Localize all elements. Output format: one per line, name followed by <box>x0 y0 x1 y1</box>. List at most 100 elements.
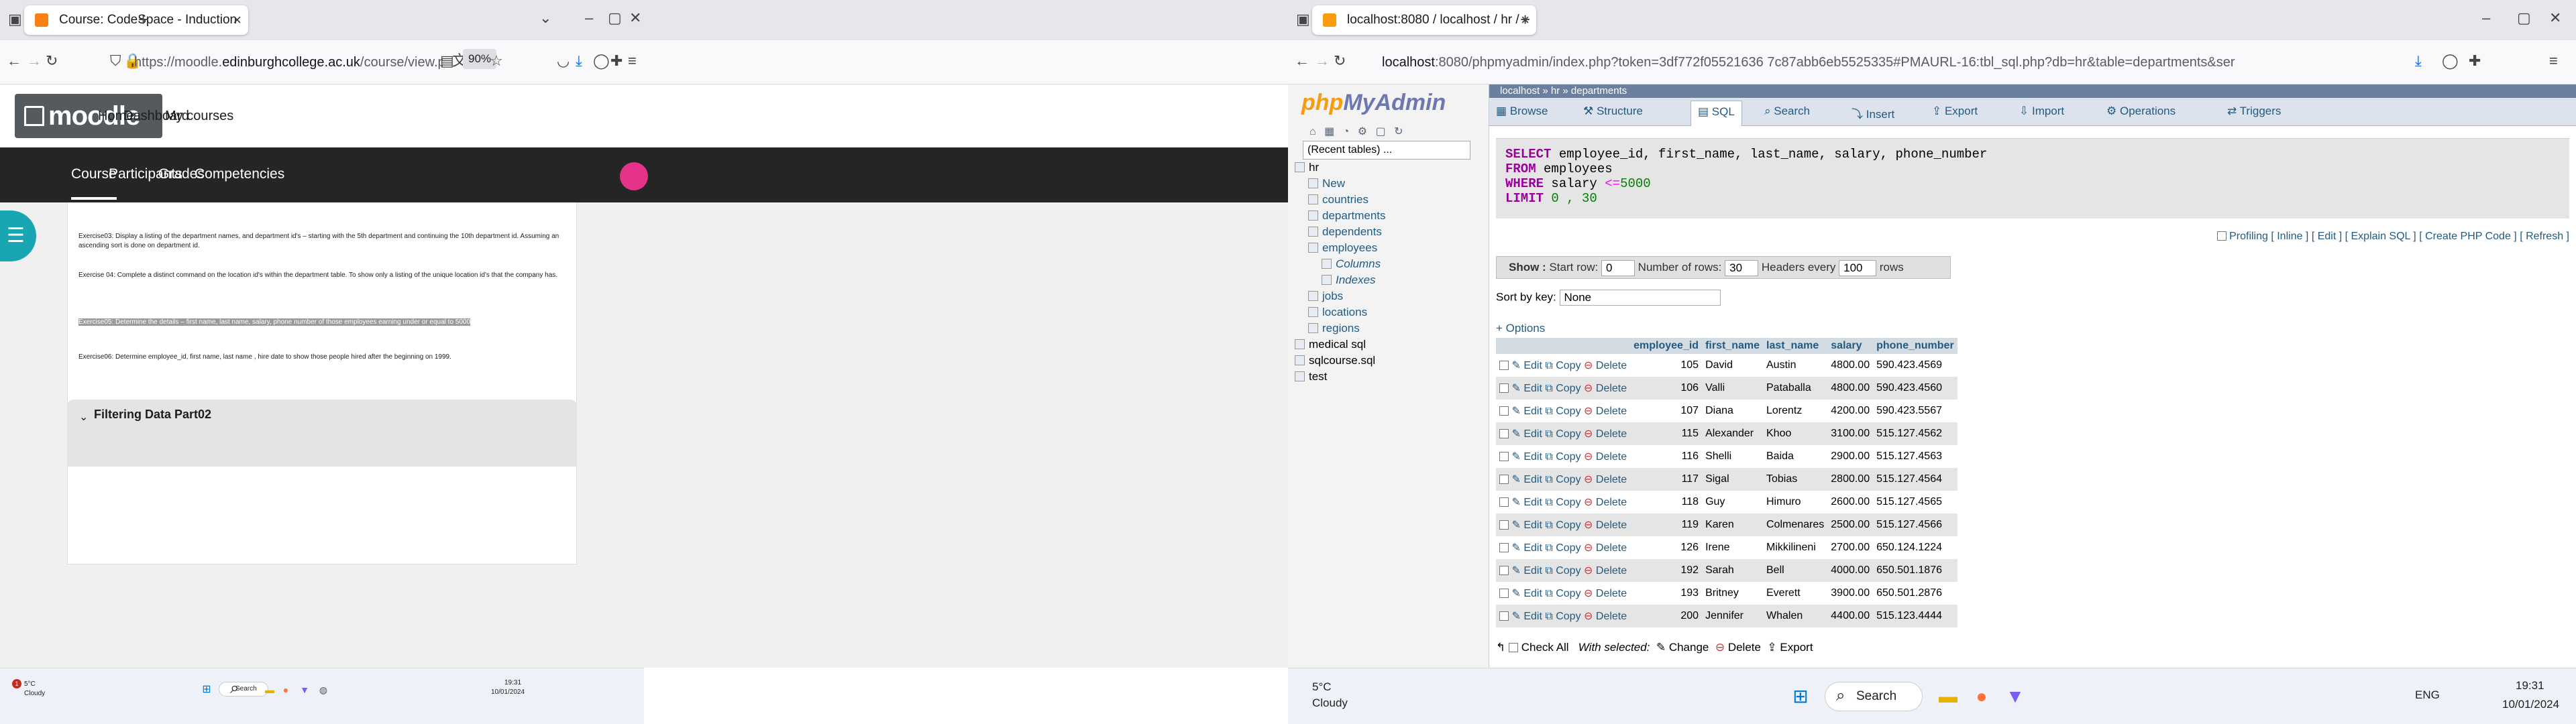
close-window-icon[interactable]: ✕ <box>629 11 641 25</box>
edit-link[interactable]: ✎ Edit <box>1511 428 1542 440</box>
delete-link[interactable]: ⊖ Delete <box>1584 497 1627 508</box>
sort-select[interactable]: None <box>1559 290 1721 306</box>
clock-time[interactable]: 19:31 <box>504 679 521 686</box>
download-icon[interactable]: ⤓ <box>576 54 582 68</box>
tree-jobs[interactable]: jobs <box>1308 290 1343 303</box>
row-checkbox[interactable] <box>1499 383 1509 393</box>
copy-link[interactable]: ⧉ Copy <box>1545 611 1580 622</box>
tab-browse[interactable]: ▦ Browse <box>1496 105 1548 118</box>
delete-link[interactable]: ⊖ Delete <box>1584 451 1627 463</box>
col-employee-id[interactable]: employee_id <box>1630 338 1703 354</box>
weather-temp[interactable]: 5°C <box>24 680 36 688</box>
delete-link[interactable]: ⊖ Delete <box>1584 428 1627 440</box>
start-row-input[interactable]: 0 <box>1601 259 1635 276</box>
app-icon-2[interactable]: ◍ <box>315 682 331 698</box>
back-icon[interactable]: ← <box>7 54 21 68</box>
edit-link[interactable]: ✎ Edit <box>1511 474 1542 485</box>
tab-import[interactable]: ⇩ Import <box>2019 105 2064 118</box>
num-rows-input[interactable]: 30 <box>1725 259 1759 276</box>
edit-link[interactable]: ✎ Edit <box>1511 565 1542 577</box>
table-row[interactable]: ✎ Edit ⧉ Copy ⊖ Delete 200 Jennifer Whalen 4… <box>1496 605 1957 627</box>
browser-tab-moodle[interactable]: Course: CodeSpace - Induction × <box>24 5 248 35</box>
tab-export[interactable]: ⇪ Export <box>1932 105 1978 118</box>
delete-link[interactable]: ⊖ Delete <box>1584 588 1627 599</box>
tree-db-medical[interactable]: medical sql <box>1295 338 1366 351</box>
check-all-checkbox[interactable] <box>1508 643 1518 652</box>
reload-icon[interactable]: ↻ <box>46 54 58 68</box>
table-row[interactable]: ✎ Edit ⧉ Copy ⊖ Delete 193 Britney Everett 3… <box>1496 582 1957 605</box>
weather-desc[interactable]: Cloudy <box>24 690 45 697</box>
copy-link[interactable]: ⧉ Copy <box>1545 451 1580 463</box>
row-checkbox[interactable] <box>1499 497 1509 507</box>
tree-employees[interactable]: employees <box>1308 241 1377 255</box>
extensions-icon[interactable]: ✚ <box>610 54 623 68</box>
app-icon[interactable]: ▼ <box>1999 680 2031 713</box>
tree-dependents[interactable]: dependents <box>1308 225 1382 239</box>
account-icon[interactable]: ◯ <box>593 54 610 68</box>
recent-tables-select[interactable]: (Recent tables) ... <box>1303 141 1470 160</box>
taskbar-search[interactable]: Search <box>1825 682 1923 711</box>
row-checkbox[interactable] <box>1499 406 1509 416</box>
delete-link[interactable]: ⊖ Delete <box>1584 383 1627 394</box>
edit-link[interactable]: ✎ Edit <box>1511 406 1542 417</box>
tree-new[interactable]: New <box>1308 177 1345 190</box>
copy-link[interactable]: ⧉ Copy <box>1545 406 1580 417</box>
row-checkbox[interactable] <box>1499 611 1509 621</box>
copy-link[interactable]: ⧉ Copy <box>1545 497 1580 508</box>
clock-date[interactable]: 10/01/2024 <box>491 688 525 696</box>
section-header[interactable]: ⌄ Filtering Data Part02 <box>67 400 577 467</box>
tree-locations[interactable]: locations <box>1308 306 1367 319</box>
edit-link[interactable]: ✎ Edit <box>1511 588 1542 599</box>
col-first-name[interactable]: first_name <box>1702 338 1763 354</box>
menu-icon[interactable]: ≡ <box>628 54 637 68</box>
firefox-icon[interactable]: ● <box>1966 680 1998 713</box>
url-bar[interactable]: https://moodle.edinburghcollege.ac.uk/co… <box>134 46 443 78</box>
list-tabs-icon[interactable]: ⌄ <box>539 11 551 25</box>
close-window-icon[interactable]: ✕ <box>2549 11 2561 25</box>
export-button[interactable]: Export <box>1780 641 1813 654</box>
start-icon[interactable]: ⊞ <box>1784 680 1817 713</box>
new-tab-icon[interactable]: + <box>1520 11 1530 28</box>
row-checkbox[interactable] <box>1499 566 1509 575</box>
file-explorer-icon[interactable]: ▬ <box>262 682 278 698</box>
minimize-icon[interactable]: – <box>585 11 593 25</box>
row-checkbox[interactable] <box>1499 543 1509 552</box>
edit-link[interactable]: ✎ Edit <box>1511 360 1542 371</box>
close-tab-icon[interactable]: × <box>233 5 241 35</box>
delete-button[interactable]: Delete <box>1728 641 1761 654</box>
delete-link[interactable]: ⊖ Delete <box>1584 611 1627 622</box>
firefox-icon[interactable]: ● <box>278 682 294 698</box>
extensions-icon[interactable]: ✚ <box>2469 54 2481 68</box>
file-explorer-icon[interactable]: ▬ <box>1932 680 1964 713</box>
copy-link[interactable]: ⧉ Copy <box>1545 428 1580 440</box>
edit-link[interactable]: ✎ Edit <box>1511 383 1542 394</box>
quick-icons[interactable]: ⌂ ▦ ◔ ⚙ ▢ ↻ <box>1309 125 1406 138</box>
table-row[interactable]: ✎ Edit ⧉ Copy ⊖ Delete 126 Irene Mikkilinen… <box>1496 536 1957 559</box>
delete-link[interactable]: ⊖ Delete <box>1584 360 1627 371</box>
row-checkbox[interactable] <box>1499 589 1509 598</box>
forward-icon[interactable]: → <box>27 54 42 68</box>
table-row[interactable]: ✎ Edit ⧉ Copy ⊖ Delete 118 Guy Himuro 2600.0… <box>1496 491 1957 514</box>
url-bar[interactable]: localhost:8080/phpmyadmin/index.php?toke… <box>1382 46 2321 78</box>
bookmark-star-icon[interactable]: ☆ <box>490 54 503 68</box>
pma-logo[interactable]: phpMyAdmin <box>1301 90 1446 116</box>
table-row[interactable]: ✎ Edit ⧉ Copy ⊖ Delete 117 Sigal Tobias 2800… <box>1496 468 1957 491</box>
pocket-icon[interactable]: ◡ <box>557 54 570 68</box>
copy-link[interactable]: ⧉ Copy <box>1545 520 1580 531</box>
maximize-icon[interactable]: ▢ <box>2517 11 2531 25</box>
tab-triggers[interactable]: ⇄ Triggers <box>2227 105 2281 118</box>
tree-db-hr[interactable]: hr <box>1295 161 1319 174</box>
tab-competencies[interactable]: Competencies <box>195 166 284 182</box>
table-row[interactable]: ✎ Edit ⧉ Copy ⊖ Delete 105 David Austin 4800… <box>1496 354 1957 377</box>
breadcrumb[interactable]: localhost » hr » departments <box>1489 84 2576 98</box>
download-icon[interactable]: ⤓ <box>2415 54 2422 68</box>
profiling-links[interactable]: Profiling [ Inline ] [ Edit ] [ Explain … <box>2216 231 2569 243</box>
nav-my-courses[interactable]: My courses <box>165 109 233 124</box>
row-checkbox[interactable] <box>1499 452 1509 461</box>
change-button[interactable]: Change <box>1669 641 1709 654</box>
forward-icon[interactable]: → <box>1315 54 1330 68</box>
app-icon[interactable]: ▼ <box>297 682 313 698</box>
edit-link[interactable]: ✎ Edit <box>1511 451 1542 463</box>
back-icon[interactable]: ← <box>1295 54 1309 68</box>
copy-link[interactable]: ⧉ Copy <box>1545 360 1580 371</box>
